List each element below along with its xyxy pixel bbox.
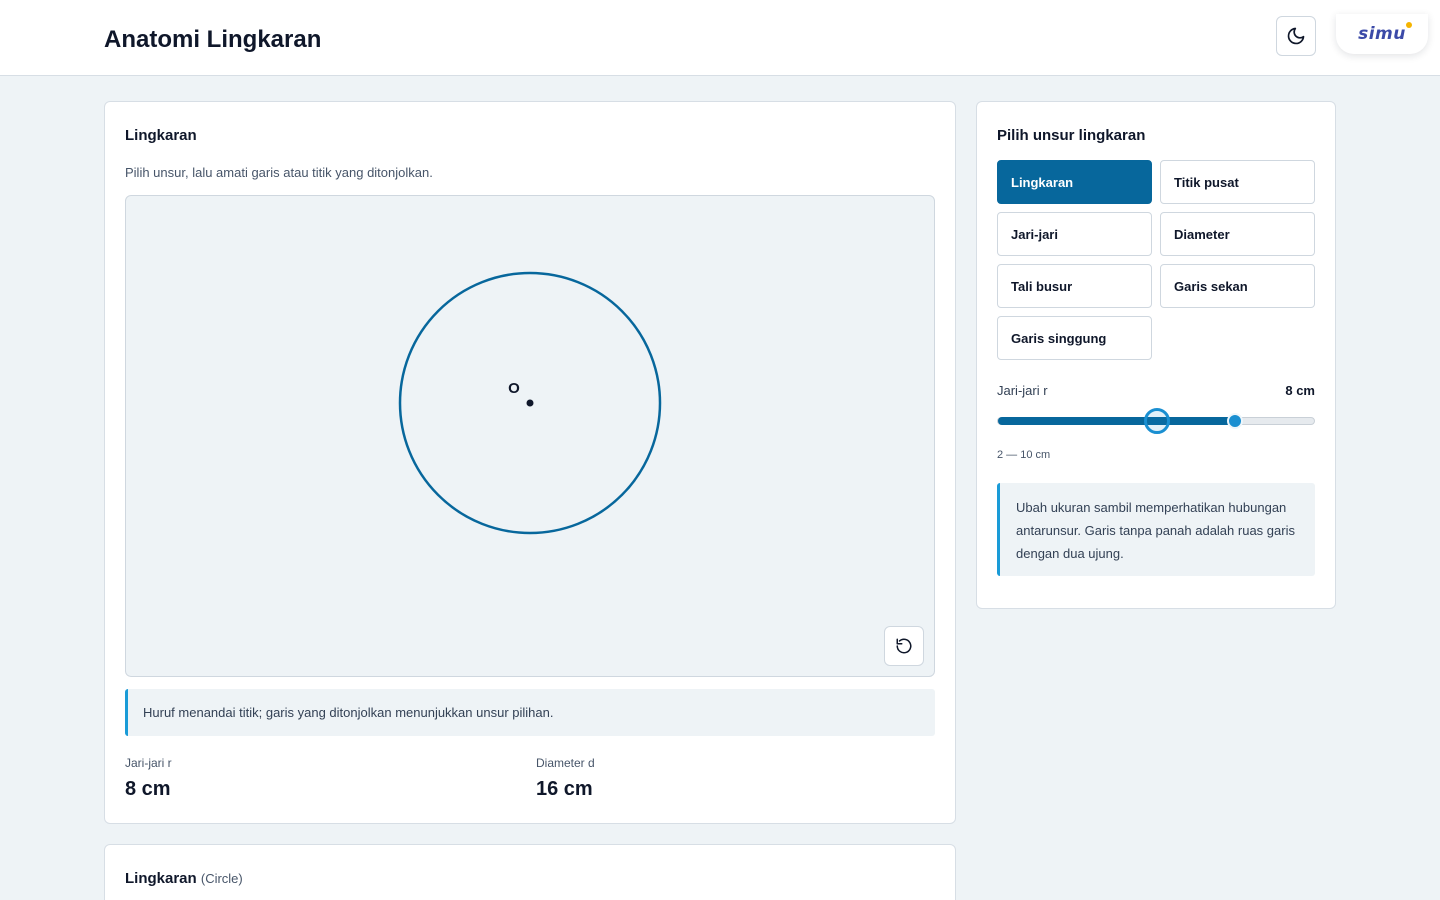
canvas-hint-note: Huruf menandai titik; garis yang ditonjo…	[125, 689, 935, 736]
moon-icon	[1287, 27, 1305, 45]
option-jari-jari[interactable]: Jari-jari	[997, 212, 1152, 256]
diameter-stat-label: Diameter d	[536, 756, 595, 770]
reset-icon	[896, 638, 912, 654]
option-diameter[interactable]: Diameter	[1160, 212, 1315, 256]
radius-slider-value: 8 cm	[1285, 383, 1315, 398]
brand-logo[interactable]: simu	[1336, 14, 1428, 54]
circle-canvas-card: Lingkaran Pilih unsur, lalu amati garis …	[104, 101, 956, 824]
element-selector-card: Pilih unsur lingkaran Lingkaran Titik pu…	[976, 101, 1336, 609]
selector-hint-note: Ubah ukuran sambil memperhatikan hubunga…	[997, 483, 1315, 576]
definition-card: Lingkaran (Circle)	[104, 844, 956, 900]
radius-slider-range: 2 — 10 cm	[997, 449, 1051, 461]
reset-view-button[interactable]	[884, 626, 924, 666]
canvas-card-title: Lingkaran	[125, 127, 197, 144]
option-garis-singgung[interactable]: Garis singgung	[997, 316, 1152, 360]
option-tali-busur[interactable]: Tali busur	[997, 264, 1152, 308]
option-lingkaran[interactable]: Lingkaran	[997, 160, 1152, 204]
canvas-card-subtitle: Pilih unsur, lalu amati garis atau titik…	[125, 165, 433, 180]
diameter-stat-value: 16 cm	[536, 778, 593, 800]
option-titik-pusat[interactable]: Titik pusat	[1160, 160, 1315, 204]
definition-subtitle: (Circle)	[200, 871, 243, 886]
definition-title: Lingkaran	[125, 870, 197, 887]
radius-slider-thumb[interactable]	[1227, 413, 1243, 429]
logo-text: simu	[1358, 22, 1412, 44]
page-title: Anatomi Lingkaran	[104, 26, 322, 53]
circle-canvas[interactable]: O	[125, 195, 935, 677]
center-point	[526, 399, 534, 407]
radius-slider-label: Jari-jari r	[997, 383, 1048, 398]
radius-stat-value: 8 cm	[125, 778, 171, 800]
circle-drawing: O	[398, 271, 662, 535]
option-garis-sekan[interactable]: Garis sekan	[1160, 264, 1315, 308]
radius-stat-label: Jari-jari r	[125, 756, 172, 770]
logo-dot	[1405, 22, 1412, 28]
top-bar: Anatomi Lingkaran simu	[0, 0, 1440, 76]
definition-card-title: Lingkaran (Circle)	[125, 870, 243, 887]
radius-slider-fill	[998, 417, 1235, 425]
theme-toggle-button[interactable]	[1276, 16, 1316, 56]
selector-card-title: Pilih unsur lingkaran	[997, 127, 1146, 144]
center-label: O	[508, 380, 520, 397]
slider-focus-ring	[1144, 408, 1170, 434]
